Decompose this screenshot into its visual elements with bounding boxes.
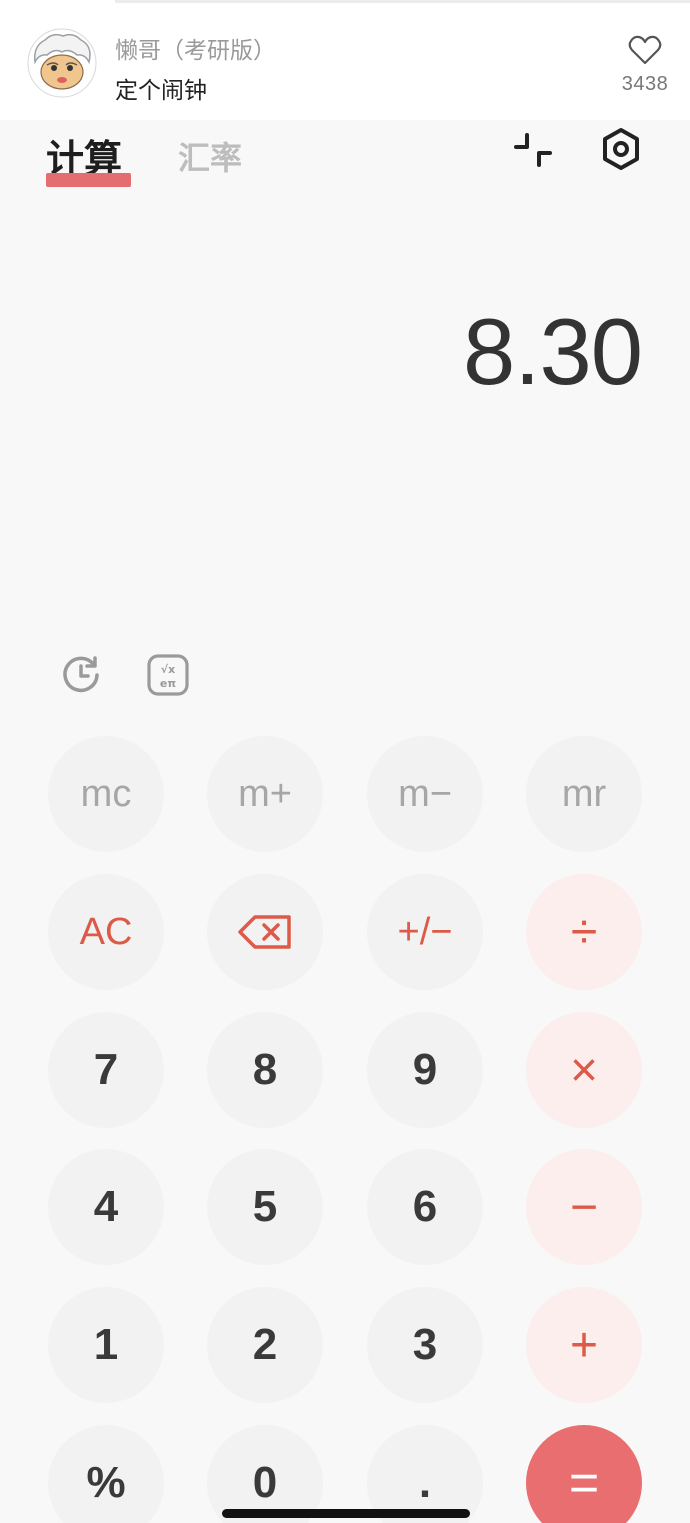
subtract-key[interactable]: − bbox=[526, 1149, 642, 1265]
multiply-key[interactable]: × bbox=[526, 1012, 642, 1128]
digit-9-key[interactable]: 9 bbox=[367, 1012, 483, 1128]
post-header: 懒哥（考研版） 定个闹钟 3438 bbox=[0, 0, 690, 120]
equals-key[interactable]: = bbox=[526, 1425, 642, 1523]
avatar[interactable] bbox=[27, 28, 97, 98]
screen: 懒哥（考研版） 定个闹钟 3438 计算 汇率 8.30 √x eπ mc m+… bbox=[0, 0, 690, 1523]
digit-3-key[interactable]: 3 bbox=[367, 1287, 483, 1403]
divider bbox=[115, 0, 690, 3]
collapse-icon[interactable] bbox=[514, 131, 552, 169]
digit-6-key[interactable]: 6 bbox=[367, 1149, 483, 1265]
tab-exchange-rate[interactable]: 汇率 bbox=[178, 133, 242, 179]
svg-text:eπ: eπ bbox=[160, 677, 176, 690]
home-indicator[interactable] bbox=[222, 1509, 470, 1518]
memory-clear-key[interactable]: mc bbox=[48, 736, 164, 852]
digit-4-key[interactable]: 4 bbox=[48, 1149, 164, 1265]
digit-8-key[interactable]: 8 bbox=[207, 1012, 323, 1128]
settings-icon[interactable] bbox=[600, 127, 642, 171]
result-display: 8.30 bbox=[463, 299, 643, 404]
percent-key[interactable]: % bbox=[48, 1425, 164, 1523]
scientific-mode-icon[interactable]: √x eπ bbox=[146, 653, 190, 697]
digit-2-key[interactable]: 2 bbox=[207, 1287, 323, 1403]
post-text: 定个闹钟 bbox=[115, 78, 207, 104]
active-tab-indicator bbox=[46, 173, 131, 187]
username[interactable]: 懒哥（考研版） bbox=[115, 31, 276, 65]
history-icon[interactable] bbox=[60, 653, 102, 695]
backspace-key[interactable] bbox=[207, 874, 323, 990]
digit-7-key[interactable]: 7 bbox=[48, 1012, 164, 1128]
all-clear-key[interactable]: AC bbox=[48, 874, 164, 990]
add-key[interactable]: + bbox=[526, 1287, 642, 1403]
svg-text:√x: √x bbox=[161, 663, 175, 676]
memory-recall-key[interactable]: mr bbox=[526, 736, 642, 852]
backspace-icon bbox=[238, 915, 291, 949]
sign-toggle-key[interactable]: +/− bbox=[367, 874, 483, 990]
memory-subtract-key[interactable]: m− bbox=[367, 736, 483, 852]
divide-key[interactable]: ÷ bbox=[526, 874, 642, 990]
digit-1-key[interactable]: 1 bbox=[48, 1287, 164, 1403]
heart-icon[interactable] bbox=[628, 35, 662, 65]
memory-add-key[interactable]: m+ bbox=[207, 736, 323, 852]
digit-5-key[interactable]: 5 bbox=[207, 1149, 323, 1265]
like-count: 3438 bbox=[621, 73, 669, 95]
